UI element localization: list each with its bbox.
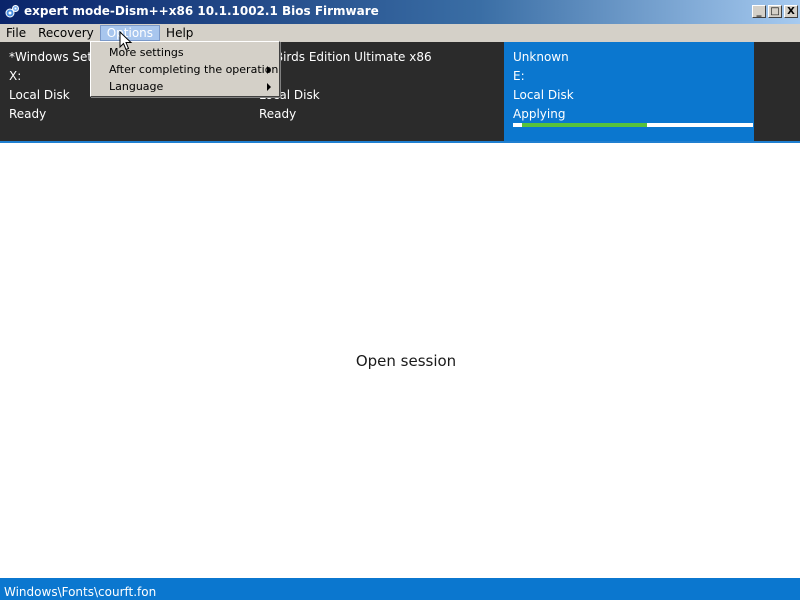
title-bar[interactable]: expert mode-Dism++x86 10.1.1002.1 Bios F… [0, 0, 800, 24]
menu-file[interactable]: File [0, 25, 32, 41]
menu-item-label: After completing the operation [109, 63, 279, 76]
close-button[interactable]: X [784, 5, 798, 18]
menu-item-more-settings[interactable]: More settings [109, 44, 275, 61]
gears-icon [4, 4, 20, 20]
status-bar: Windows\Fonts\courft.fon [0, 578, 800, 600]
session-name: *Windows Setu [9, 50, 100, 64]
submenu-arrow-icon [267, 66, 271, 74]
maximize-button[interactable]: □ [768, 5, 782, 18]
status-text: Windows\Fonts\courft.fon [4, 585, 157, 599]
open-session-message: Open session [355, 352, 457, 370]
app-window: expert mode-Dism++x86 10.1.1002.1 Bios F… [0, 0, 800, 600]
menu-help[interactable]: Help [160, 25, 199, 41]
session-drive: X: [9, 69, 22, 83]
window-controls: _ □ X [752, 5, 798, 18]
main-area: Open session [0, 143, 800, 578]
session-name: ry Birds Edition Ultimate x86 [259, 50, 432, 64]
progress-bar [513, 123, 753, 127]
session-card-selected[interactable]: Unknown E: Local Disk Applying [504, 42, 754, 141]
session-status: Ready [9, 107, 47, 121]
session-status: Applying [513, 107, 566, 121]
session-card[interactable]: ry Birds Edition Ultimate x86 Local Disk… [250, 42, 504, 141]
minimize-button[interactable]: _ [752, 5, 766, 18]
menu-recovery[interactable]: Recovery [32, 25, 100, 41]
menu-item-after-completing[interactable]: After completing the operation [109, 61, 279, 78]
session-name: Unknown [513, 50, 569, 64]
session-drive: E: [513, 69, 525, 83]
menu-item-label: Language [109, 80, 164, 93]
menu-item-language[interactable]: Language [109, 78, 275, 95]
progress-bar-fill [522, 123, 647, 127]
submenu-arrow-icon [267, 83, 271, 91]
session-type: Local Disk [9, 88, 70, 102]
window-title: expert mode-Dism++x86 10.1.1002.1 Bios F… [24, 4, 379, 18]
mouse-pointer-icon [119, 30, 133, 51]
session-type: Local Disk [513, 88, 574, 102]
session-status: Ready [259, 107, 297, 121]
